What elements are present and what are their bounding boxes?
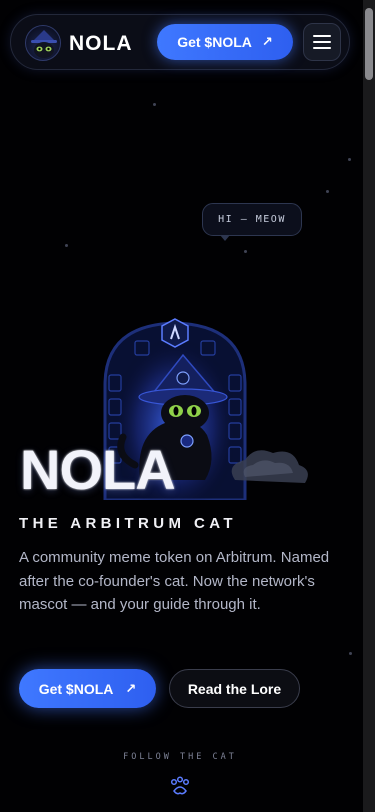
scrollbar-thumb[interactable] xyxy=(365,8,373,80)
menu-line xyxy=(313,41,331,43)
get-nola-nav-button[interactable]: Get $NOLA ↗ xyxy=(157,24,293,60)
landing-page: NOLA Get $NOLA ↗ HI — MEOW NOLA THE ARBI… xyxy=(0,0,375,812)
top-navbar: NOLA Get $NOLA ↗ xyxy=(10,14,350,70)
menu-line xyxy=(313,47,331,49)
get-nola-button-label: Get $NOLA xyxy=(38,680,114,697)
star xyxy=(326,190,329,193)
hamburger-menu-button[interactable] xyxy=(303,23,341,61)
hero-description: A community meme token on Arbitrum. Name… xyxy=(19,549,330,613)
read-the-lore-label: Read the Lore xyxy=(187,680,282,697)
hero-tagline: THE ARBITRUM CAT xyxy=(19,515,237,532)
read-the-lore-button[interactable]: Read the Lore xyxy=(169,669,300,708)
menu-line xyxy=(313,35,331,37)
star xyxy=(153,103,156,106)
star xyxy=(348,158,351,161)
get-nola-nav-label: Get $NOLA xyxy=(177,34,252,50)
speech-bubble: HI — MEOW xyxy=(202,203,302,236)
brand-name[interactable]: NOLA xyxy=(69,32,133,56)
cat-logo-icon[interactable] xyxy=(25,25,61,61)
follow-label: FOLLOW THE CAT xyxy=(123,752,237,762)
star xyxy=(65,244,68,247)
scrollbar-track[interactable] xyxy=(363,0,375,812)
speech-bubble-tail xyxy=(220,235,230,241)
hero-title: NOLA xyxy=(20,438,176,501)
star xyxy=(244,250,247,253)
paw-icon[interactable] xyxy=(169,776,191,796)
arrow-up-right-icon: ↗ xyxy=(125,680,137,696)
star xyxy=(349,652,352,655)
get-nola-button[interactable]: Get $NOLA ↗ xyxy=(19,669,156,708)
arrow-up-right-icon: ↗ xyxy=(261,34,273,49)
